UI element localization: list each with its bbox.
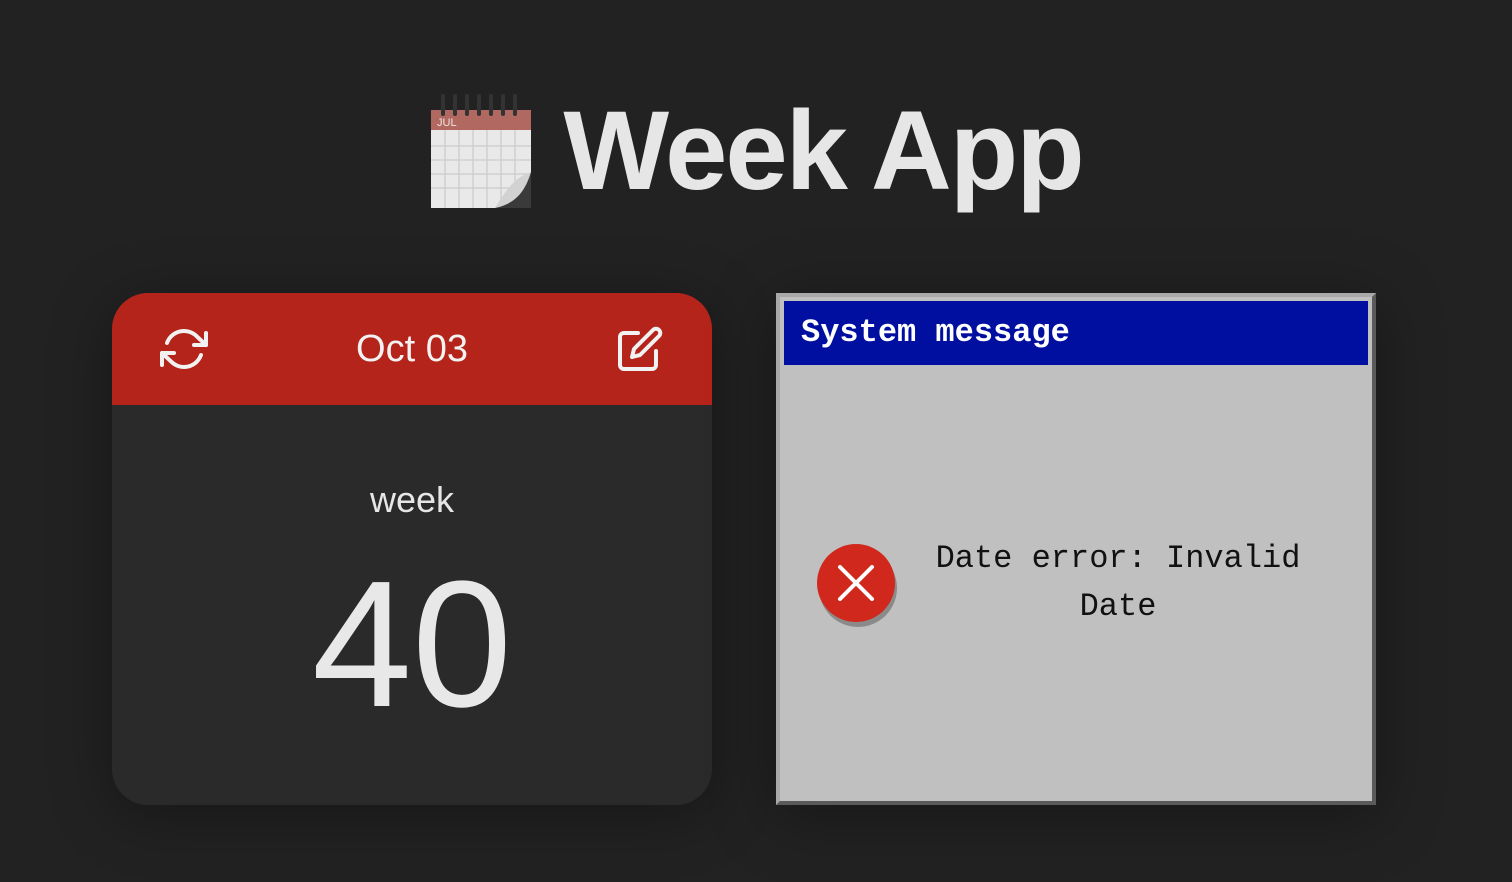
page: JUL Week App Oct 03 week 40 System messa… [0,0,1512,882]
app-header: JUL Week App [0,92,1512,210]
dialog-message: Date error: Invalid Date [935,540,1301,625]
week-label: week [369,479,455,520]
app-title: Week App [563,88,1084,213]
dialog-titlebar: System message [784,301,1368,365]
dialog-title: System message [801,314,1070,351]
week-card: Oct 03 week 40 [112,293,712,805]
svg-text:JUL: JUL [437,117,457,129]
edit-button[interactable] [616,325,664,373]
week-number: 40 [311,544,513,745]
refresh-icon [160,329,208,369]
error-icon [816,541,902,631]
calendar-icon: JUL [431,94,532,208]
refresh-button[interactable] [160,325,208,373]
current-date: Oct 03 [356,328,468,370]
edit-icon [618,326,663,371]
system-message-dialog: System message Date error: Invalid Date [776,293,1376,805]
card-header: Oct 03 [112,293,712,405]
